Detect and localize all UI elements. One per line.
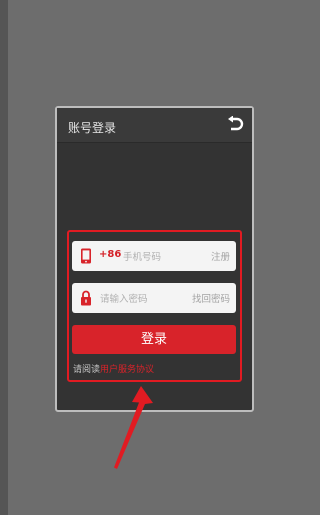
annotation-arrow-icon (114, 386, 153, 469)
lock-icon (81, 290, 91, 306)
phone-placeholder: 手机号码 (123, 252, 162, 263)
mobile-phone-icon (81, 248, 91, 264)
background-edge (0, 0, 8, 515)
forgot-password-link[interactable]: 找回密码 (192, 291, 230, 305)
agreement-text: 请阅读 (73, 365, 101, 375)
dialog-title: 账号登录 (68, 121, 117, 135)
password-field[interactable]: 请输入密码 找回密码 (72, 283, 236, 313)
phone-field[interactable]: +86 手机号码 注册 (72, 241, 236, 271)
undo-arrow-icon[interactable] (226, 116, 244, 132)
password-placeholder: 请输入密码 (100, 294, 148, 305)
user-agreement-link[interactable]: 用户服务协议 (100, 365, 154, 375)
register-link[interactable]: 注册 (211, 249, 230, 263)
dialog-titlebar: 账号登录 (57, 108, 252, 143)
country-code[interactable]: +86 (99, 249, 121, 260)
agreement-notice: 请阅读用户服务协议 (73, 362, 154, 375)
login-button[interactable]: 登录 (72, 325, 236, 354)
